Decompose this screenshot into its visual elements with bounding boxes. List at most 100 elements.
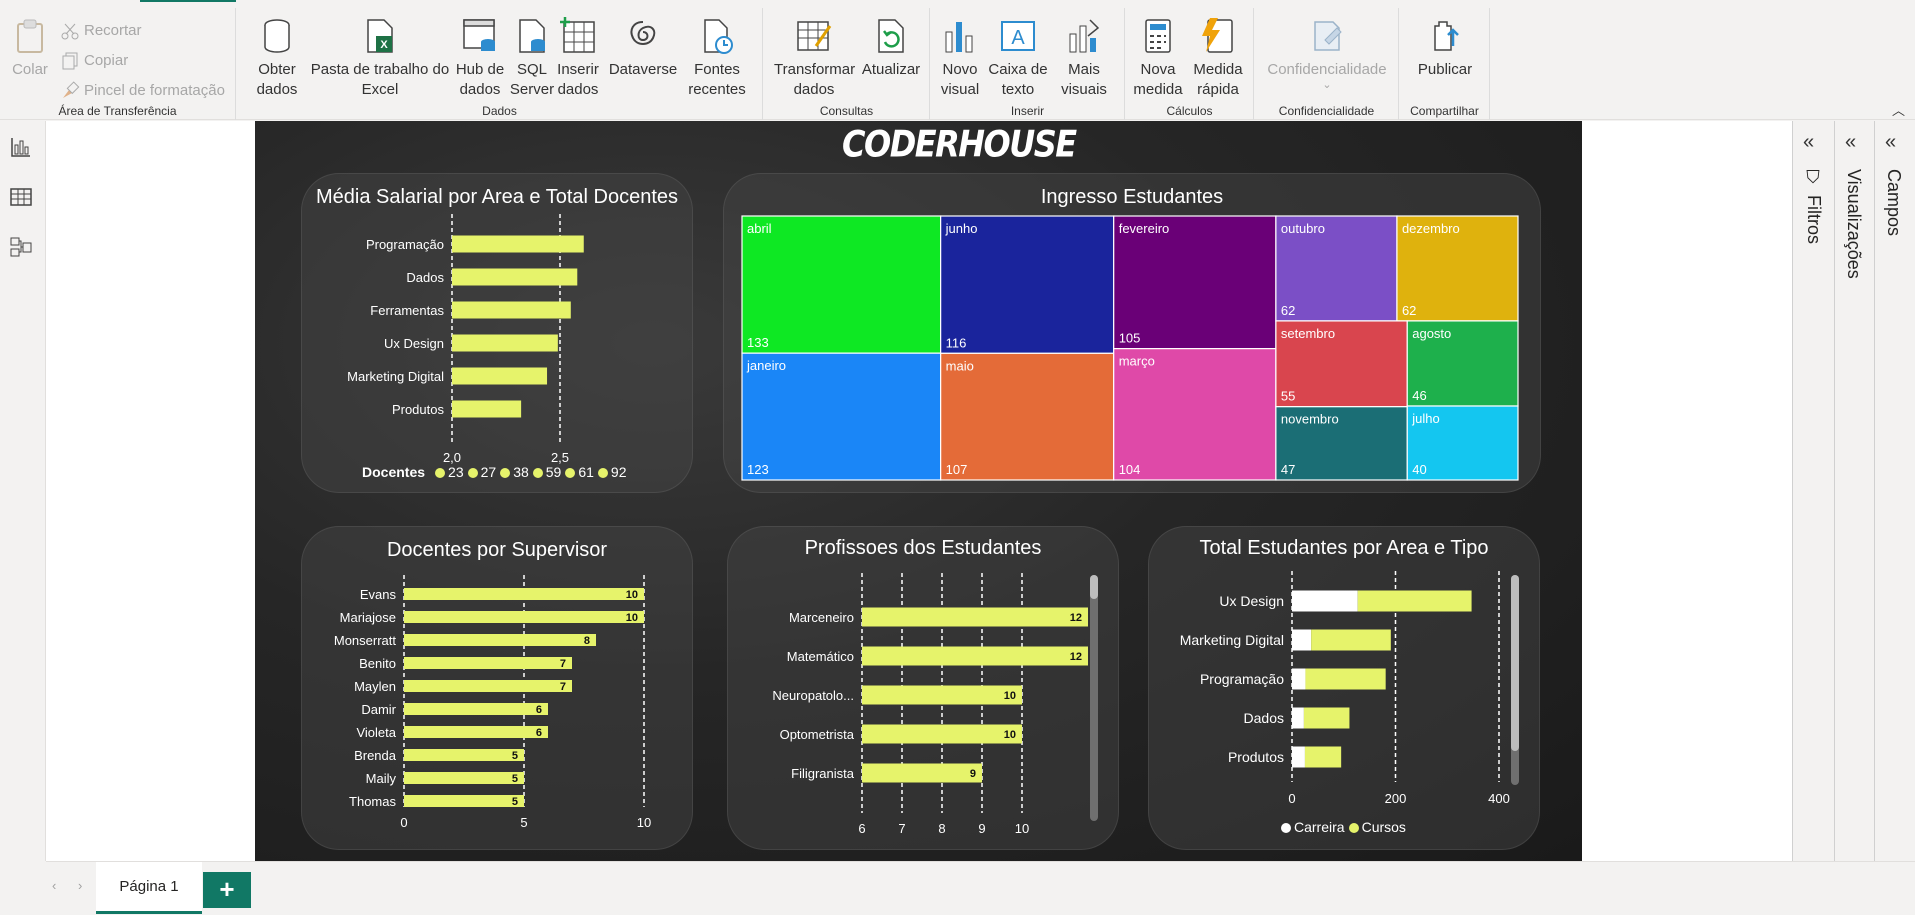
- category-label: Neuropatolo...: [772, 688, 854, 703]
- format-painter-button[interactable]: Pincel de formatação: [60, 80, 225, 102]
- fields-pane[interactable]: « Campos: [1874, 121, 1915, 861]
- treemap-value: 133: [747, 335, 769, 350]
- data-label: 5: [512, 773, 518, 785]
- bar-cursos: [1303, 707, 1350, 729]
- treemap-value: 47: [1281, 462, 1295, 477]
- sensitivity-button[interactable]: Confidencialidade ⌄: [1259, 16, 1395, 91]
- publish-icon: [1434, 21, 1459, 51]
- treemap-value: 123: [747, 462, 769, 477]
- filters-pane[interactable]: « ⛉Filtros: [1792, 121, 1834, 861]
- sql-server-button[interactable]: SQL Server: [509, 16, 555, 100]
- bar: [404, 703, 548, 715]
- legend-dot: [500, 468, 511, 478]
- treemap-tile-abril: [741, 215, 942, 354]
- next-page-icon[interactable]: ›: [78, 878, 82, 893]
- treemap-value: 105: [1119, 331, 1141, 346]
- excel-workbook-button[interactable]: X Pasta de trabalho do Excel: [309, 16, 451, 100]
- copy-icon: [62, 52, 78, 70]
- supervisor-card[interactable]: Docentes por Supervisor 0 5 10 Evans 10 Maria…: [301, 526, 693, 850]
- dataverse-button[interactable]: Dataverse: [607, 16, 679, 80]
- bar: [404, 680, 572, 692]
- bar: [862, 685, 1022, 705]
- recent-sources-icon: [704, 19, 733, 54]
- category-label: Produtos: [1228, 749, 1284, 765]
- previous-page-icon[interactable]: ‹: [52, 878, 56, 893]
- transform-data-button[interactable]: Transformar dados: [774, 16, 855, 100]
- collapse-ribbon-icon[interactable]: ︿: [1892, 100, 1905, 119]
- copy-button[interactable]: Copiar: [60, 50, 128, 72]
- report-page: CODERHOUSE Média Salarial por Area e Tot…: [255, 121, 1582, 863]
- treemap-value: 116: [946, 335, 967, 350]
- data-label: 7: [560, 681, 566, 693]
- category-label: Optometrista: [780, 727, 855, 742]
- clipboard-group: Colar Recortar Copiar Pincel de formataç…: [0, 8, 236, 120]
- legend-dot: [565, 468, 576, 478]
- data-label: 8: [584, 635, 590, 647]
- treemap-tile-junho: [940, 215, 1115, 354]
- more-visuals-button[interactable]: Mais visuais: [1051, 16, 1117, 100]
- calculations-group: Nova medida Medida rápida Cálculos: [1126, 8, 1254, 120]
- data-label: 5: [512, 750, 518, 762]
- quick-measure-button[interactable]: Medida rápida: [1186, 16, 1250, 100]
- professions-card[interactable]: Profissoes dos Estudantes 6 7 8 9 10 Marcenei…: [727, 526, 1119, 850]
- model-view-icon[interactable]: [9, 235, 33, 259]
- treemap-label: dezembro: [1402, 221, 1460, 236]
- legend-item: 27: [480, 464, 497, 480]
- x-tick-label: 400: [1488, 791, 1510, 806]
- legend-item: Carreira: [1294, 819, 1345, 835]
- bar: [452, 367, 548, 385]
- legend-item: 61: [578, 464, 594, 480]
- bar: [404, 772, 524, 784]
- queries-group: Transformar dados Atualizar Consultas: [764, 8, 930, 120]
- recent-sources-button[interactable]: Fontes recentes: [681, 16, 753, 100]
- treemap-label: outubro: [1281, 221, 1325, 236]
- category-label: Evans: [360, 587, 397, 602]
- treemap-label: março: [1119, 354, 1155, 369]
- collapse-fields-icon[interactable]: «: [1885, 131, 1896, 154]
- report-view-icon[interactable]: [9, 135, 33, 159]
- x-tick-label: 10: [637, 815, 651, 830]
- collapse-visualizations-icon[interactable]: «: [1845, 131, 1856, 154]
- table-view-icon[interactable]: [9, 185, 33, 209]
- area-type-scrollbar[interactable]: [1511, 575, 1519, 785]
- paste-button[interactable]: Colar: [8, 16, 52, 80]
- filter-icon: ⛉: [1804, 169, 1824, 187]
- legend-item: 92: [610, 464, 627, 480]
- treemap-value: 62: [1281, 303, 1295, 318]
- bar: [404, 749, 524, 761]
- collapse-filters-icon[interactable]: «: [1803, 131, 1814, 154]
- data-label: 7: [560, 658, 566, 670]
- scroll-thumb[interactable]: [1511, 575, 1519, 751]
- treemap-label: junho: [945, 221, 978, 236]
- legend-dot: [532, 468, 543, 478]
- visualizations-pane[interactable]: « Visualizações: [1834, 121, 1874, 861]
- category-label: Damir: [361, 702, 396, 717]
- professions-bar-chart: 6 7 8 9 10 Marceneiro 12 Matemático 12 Neuropatol…: [772, 573, 1088, 836]
- publish-button[interactable]: Publicar: [1410, 16, 1480, 80]
- text-box-button[interactable]: A Caixa de texto: [987, 16, 1049, 100]
- treemap-card[interactable]: Ingresso Estudantes abril 133 janeiro 123 ju…: [723, 173, 1541, 493]
- bar: [452, 235, 584, 253]
- get-data-button[interactable]: Obter dados: [247, 16, 307, 100]
- professions-scrollbar[interactable]: [1090, 575, 1098, 821]
- salary-card[interactable]: Média Salarial por Area e Total Docentes…: [301, 173, 693, 493]
- x-tick-label: 9: [978, 821, 985, 836]
- new-visual-button[interactable]: Novo visual: [935, 16, 985, 100]
- refresh-button[interactable]: Atualizar: [858, 16, 924, 80]
- bar-cursos: [1305, 668, 1386, 690]
- data-label: 10: [1004, 690, 1016, 702]
- tab-pagina-1[interactable]: Página 1: [96, 862, 202, 914]
- scroll-thumb[interactable]: [1090, 575, 1098, 599]
- paintbrush-icon: [63, 81, 80, 99]
- area-type-card[interactable]: Total Estudantes por Area e Tipo 0 200 400…: [1148, 526, 1540, 850]
- sql-server-icon: [519, 19, 545, 53]
- new-measure-button[interactable]: Nova medida: [1130, 16, 1186, 100]
- bar: [404, 657, 572, 669]
- enter-data-button[interactable]: Inserir dados: [555, 16, 601, 100]
- docentes-legend: Docentes 23 27 38 59 61 92: [362, 464, 627, 480]
- cut-button[interactable]: Recortar: [60, 20, 142, 42]
- data-hub-button[interactable]: Hub de dados: [451, 16, 509, 100]
- bar: [404, 795, 524, 807]
- add-page-button[interactable]: +: [203, 872, 251, 908]
- bar: [404, 634, 596, 646]
